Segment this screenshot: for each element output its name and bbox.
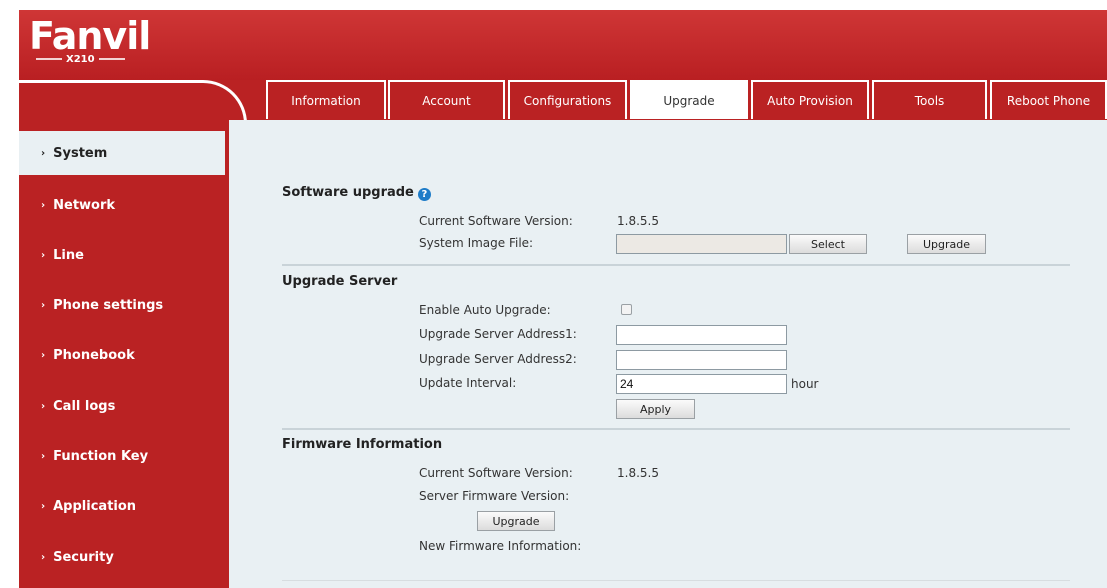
chevron-right-icon: ›	[41, 147, 46, 159]
tab-information[interactable]: Information	[266, 80, 386, 119]
select-file-button[interactable]: Select	[789, 234, 867, 254]
update-interval-field[interactable]	[616, 374, 787, 394]
sidebar-item-line[interactable]: › Line	[19, 233, 225, 277]
chevron-right-icon: ›	[41, 199, 46, 211]
section-divider	[282, 264, 1070, 266]
firmware-current-version-value: 1.8.5.5	[617, 466, 659, 480]
sidebar-item-security[interactable]: › Security	[19, 535, 225, 579]
enable-auto-upgrade-label: Enable Auto Upgrade:	[419, 303, 551, 317]
current-version-value: 1.8.5.5	[617, 214, 659, 228]
chevron-right-icon: ›	[41, 299, 46, 311]
sidebar-item-call-logs[interactable]: › Call logs	[19, 384, 225, 428]
firmware-info-title: Firmware Information	[282, 437, 443, 452]
software-upgrade-button[interactable]: Upgrade	[907, 234, 986, 254]
firmware-upgrade-button[interactable]: Upgrade	[477, 511, 555, 531]
section-divider	[282, 428, 1070, 430]
tab-configurations[interactable]: Configurations	[508, 80, 627, 119]
new-firmware-info-label: New Firmware Information:	[419, 539, 582, 553]
tab-auto-provision[interactable]: Auto Provision	[751, 80, 869, 119]
app-header: Fanvil X210	[19, 10, 1107, 80]
bottom-divider	[282, 580, 1070, 581]
sidebar-item-phone-settings[interactable]: › Phone settings	[19, 283, 225, 327]
server-address1-field[interactable]	[616, 325, 787, 345]
enable-auto-upgrade-checkbox[interactable]	[621, 304, 632, 315]
software-upgrade-title: Software upgrade?	[282, 185, 431, 201]
chevron-right-icon: ›	[41, 551, 46, 563]
image-file-label: System Image File:	[419, 236, 534, 250]
model-label: X210	[32, 54, 129, 65]
update-interval-label: Update Interval:	[419, 376, 517, 390]
interval-unit: hour	[791, 377, 819, 391]
server-address2-field[interactable]	[616, 350, 787, 370]
server-firmware-version-label: Server Firmware Version:	[419, 489, 570, 503]
sidebar-item-system[interactable]: › System	[19, 131, 225, 175]
tab-upgrade[interactable]: Upgrade	[630, 80, 748, 119]
server-address2-label: Upgrade Server Address2:	[419, 352, 577, 366]
upgrade-server-title: Upgrade Server	[282, 274, 398, 289]
chevron-right-icon: ›	[41, 349, 46, 361]
chevron-right-icon: ›	[41, 249, 46, 261]
image-file-field[interactable]	[616, 234, 787, 254]
fanvil-logo: Fanvil	[29, 14, 151, 58]
apply-button[interactable]: Apply	[616, 399, 695, 419]
current-version-label: Current Software Version:	[419, 214, 573, 228]
tab-reboot-phone[interactable]: Reboot Phone	[990, 80, 1107, 119]
tab-account[interactable]: Account	[388, 80, 505, 119]
sidebar-item-phonebook[interactable]: › Phonebook	[19, 333, 225, 377]
chevron-right-icon: ›	[41, 400, 46, 412]
sidebar-item-function-key[interactable]: › Function Key	[19, 434, 225, 478]
sidebar-item-network[interactable]: › Network	[19, 183, 225, 227]
chevron-right-icon: ›	[41, 500, 46, 512]
sidebar-item-application[interactable]: › Application	[19, 484, 225, 528]
help-icon[interactable]: ?	[417, 188, 431, 201]
server-address1-label: Upgrade Server Address1:	[419, 327, 577, 341]
firmware-current-version-label: Current Software Version:	[419, 466, 573, 480]
chevron-right-icon: ›	[41, 450, 46, 462]
tab-tools[interactable]: Tools	[872, 80, 987, 119]
